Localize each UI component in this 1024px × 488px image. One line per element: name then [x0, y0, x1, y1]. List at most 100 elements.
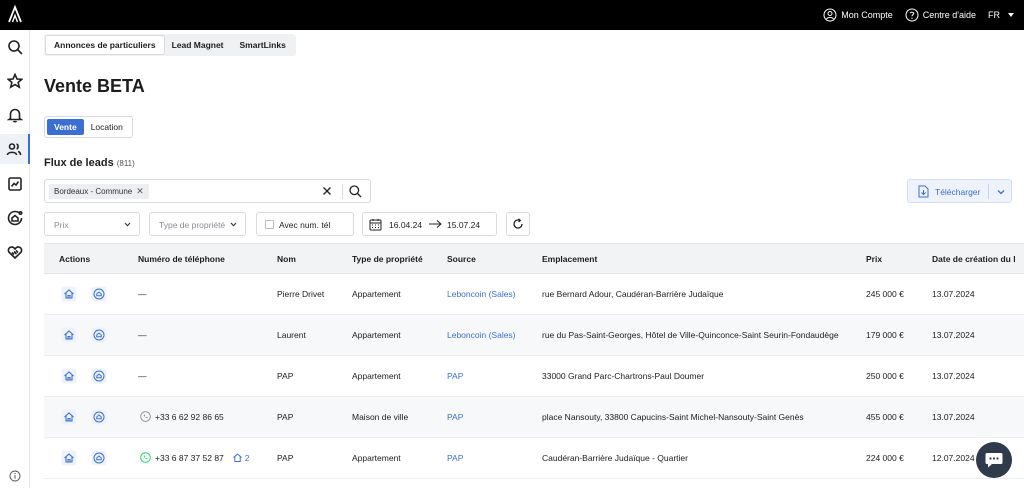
location-cell: place Nansouty, 33800 Capucins-Saint Mic…	[542, 412, 804, 422]
house-icon	[61, 327, 77, 343]
search-divider	[342, 184, 343, 199]
account-link[interactable]: Mon Compte	[823, 8, 893, 22]
location-search-input[interactable]: Bordeaux - Commune ✕	[44, 179, 371, 203]
sidebar-item-leads[interactable]	[0, 134, 30, 164]
phone-filter-label: Avec num. tél	[279, 220, 331, 230]
file-download-icon	[918, 185, 929, 198]
clear-icon[interactable]	[321, 185, 333, 197]
brand-logo-icon[interactable]	[7, 4, 23, 24]
estimate-button[interactable]	[91, 286, 107, 302]
estimate-button[interactable]	[91, 327, 107, 343]
search-icon[interactable]	[348, 184, 363, 199]
date-range-picker[interactable]: 16.04.24 15.07.24	[362, 212, 497, 236]
lead-count: (811)	[116, 159, 135, 168]
date-cell: 12.07.2024	[932, 453, 975, 463]
name-cell: PAP	[277, 371, 294, 381]
table-row[interactable]: +33 6 62 92 86 65 PAP Maison de ville PA…	[44, 397, 1024, 438]
column-header-phone: Numéro de téléphone	[138, 254, 225, 264]
sidebar-item-favorites[interactable]	[0, 66, 30, 96]
column-header-source: Source	[447, 254, 476, 264]
tab-lead-magnet[interactable]: Lead Magnet	[164, 36, 232, 54]
phone-cell: +33 6 87 37 52 87 2	[140, 452, 250, 463]
source-link[interactable]: PAP	[447, 453, 463, 463]
help-center-link[interactable]: Centre d'aide	[905, 8, 976, 22]
chevron-down-icon	[230, 222, 237, 227]
chevron-down-icon	[1008, 13, 1014, 17]
phone-number[interactable]: +33 6 87 37 52 87	[155, 453, 224, 463]
chat-support-button[interactable]	[976, 442, 1012, 478]
estimate-button[interactable]	[91, 368, 107, 384]
arrow-right-icon	[429, 220, 442, 228]
table-row[interactable]: — Pierre Drivet Appartement Leboncoin (S…	[44, 274, 1024, 315]
phone-icon	[140, 411, 151, 422]
location-cell: rue Bernard Adour, Caudéran-Barrière Jud…	[542, 289, 724, 299]
price-cell: 224 000 €	[866, 453, 904, 463]
property-details-button[interactable]	[61, 368, 77, 384]
column-header-actions: Actions	[59, 254, 91, 264]
type-cell: Appartement	[352, 330, 401, 340]
table-row[interactable]: +33 6 87 37 52 87 2 PAP Appartement PAP …	[44, 438, 1024, 479]
refresh-button[interactable]	[506, 212, 530, 236]
help-circle-icon	[905, 8, 919, 22]
vente-toggle-button[interactable]: Vente	[47, 119, 84, 135]
tab-annonces-particuliers[interactable]: Annonces de particuliers	[46, 36, 164, 54]
info-icon[interactable]	[9, 470, 21, 482]
phone-cell: —	[138, 330, 147, 340]
property-details-button[interactable]	[61, 327, 77, 343]
estimate-button[interactable]	[91, 409, 107, 425]
checkbox[interactable]	[265, 220, 274, 229]
house-circle-icon	[91, 286, 107, 302]
house-icon	[232, 453, 242, 462]
sidebar-item-search[interactable]	[0, 32, 30, 62]
top-bar: Mon Compte Centre d'aide FR	[0, 0, 1024, 30]
whatsapp-icon	[140, 452, 151, 463]
language-selector[interactable]: FR	[988, 10, 1014, 20]
table-row[interactable]: — Laurent Appartement Leboncoin (Sales) …	[44, 315, 1024, 356]
source-link[interactable]: PAP	[447, 371, 463, 381]
price-filter-select[interactable]: Prix	[44, 212, 140, 236]
price-cell: 455 000 €	[866, 412, 904, 422]
duplicate-listings-badge[interactable]: 2	[232, 452, 250, 463]
property-type-filter-select[interactable]: Type de propriété	[149, 212, 246, 236]
phone-cell: +33 6 62 92 86 65	[140, 411, 224, 422]
source-link[interactable]: Leboncoin (Sales)	[447, 330, 516, 340]
date-cell: 13.07.2024	[932, 371, 975, 381]
column-header-price[interactable]: Prix	[866, 254, 882, 264]
column-header-location: Emplacement	[542, 254, 598, 264]
house-icon	[61, 450, 77, 466]
table-row[interactable]: — PAP Appartement PAP 33000 Grand Parc-C…	[44, 356, 1024, 397]
property-details-button[interactable]	[61, 450, 77, 466]
property-details-button[interactable]	[61, 409, 77, 425]
sidebar-item-care[interactable]	[0, 237, 30, 267]
location-toggle-button[interactable]: Location	[84, 119, 130, 135]
name-cell: PAP	[277, 412, 294, 422]
name-cell: PAP	[277, 453, 294, 463]
chat-icon	[985, 453, 1003, 468]
phone-cell: —	[138, 289, 147, 299]
house-circle-icon	[91, 409, 107, 425]
type-cell: Appartement	[352, 371, 401, 381]
property-details-button[interactable]	[61, 286, 77, 302]
source-link[interactable]: Leboncoin (Sales)	[447, 289, 516, 299]
user-circle-icon	[823, 8, 837, 22]
name-cell: Laurent	[277, 330, 306, 340]
sidebar-item-estimation[interactable]	[0, 203, 30, 233]
type-cell: Appartement	[352, 453, 401, 463]
chevron-down-icon[interactable]	[996, 187, 1006, 197]
location-cell: rue du Pas-Saint-Georges, Hôtel de Ville…	[542, 330, 839, 340]
sidebar-item-analytics[interactable]	[0, 169, 30, 199]
sidebar-item-notifications[interactable]	[0, 100, 30, 130]
column-header-type: Type de propriété	[352, 254, 423, 264]
source-link[interactable]: PAP	[447, 412, 463, 422]
estimate-button[interactable]	[91, 450, 107, 466]
tab-smartlinks[interactable]: SmartLinks	[232, 36, 294, 54]
phone-number[interactable]: +33 6 62 92 86 65	[155, 412, 224, 422]
account-label: Mon Compte	[841, 10, 893, 20]
download-button[interactable]: Télécharger	[907, 179, 1012, 203]
column-header-date[interactable]: Date de création du l	[932, 254, 1016, 264]
duplicate-count: 2	[244, 452, 250, 463]
phone-filter-checkbox[interactable]: Avec num. tél	[256, 212, 354, 236]
chip-remove-icon[interactable]: ✕	[136, 184, 144, 199]
download-label: Télécharger	[935, 187, 981, 197]
house-icon	[61, 286, 77, 302]
